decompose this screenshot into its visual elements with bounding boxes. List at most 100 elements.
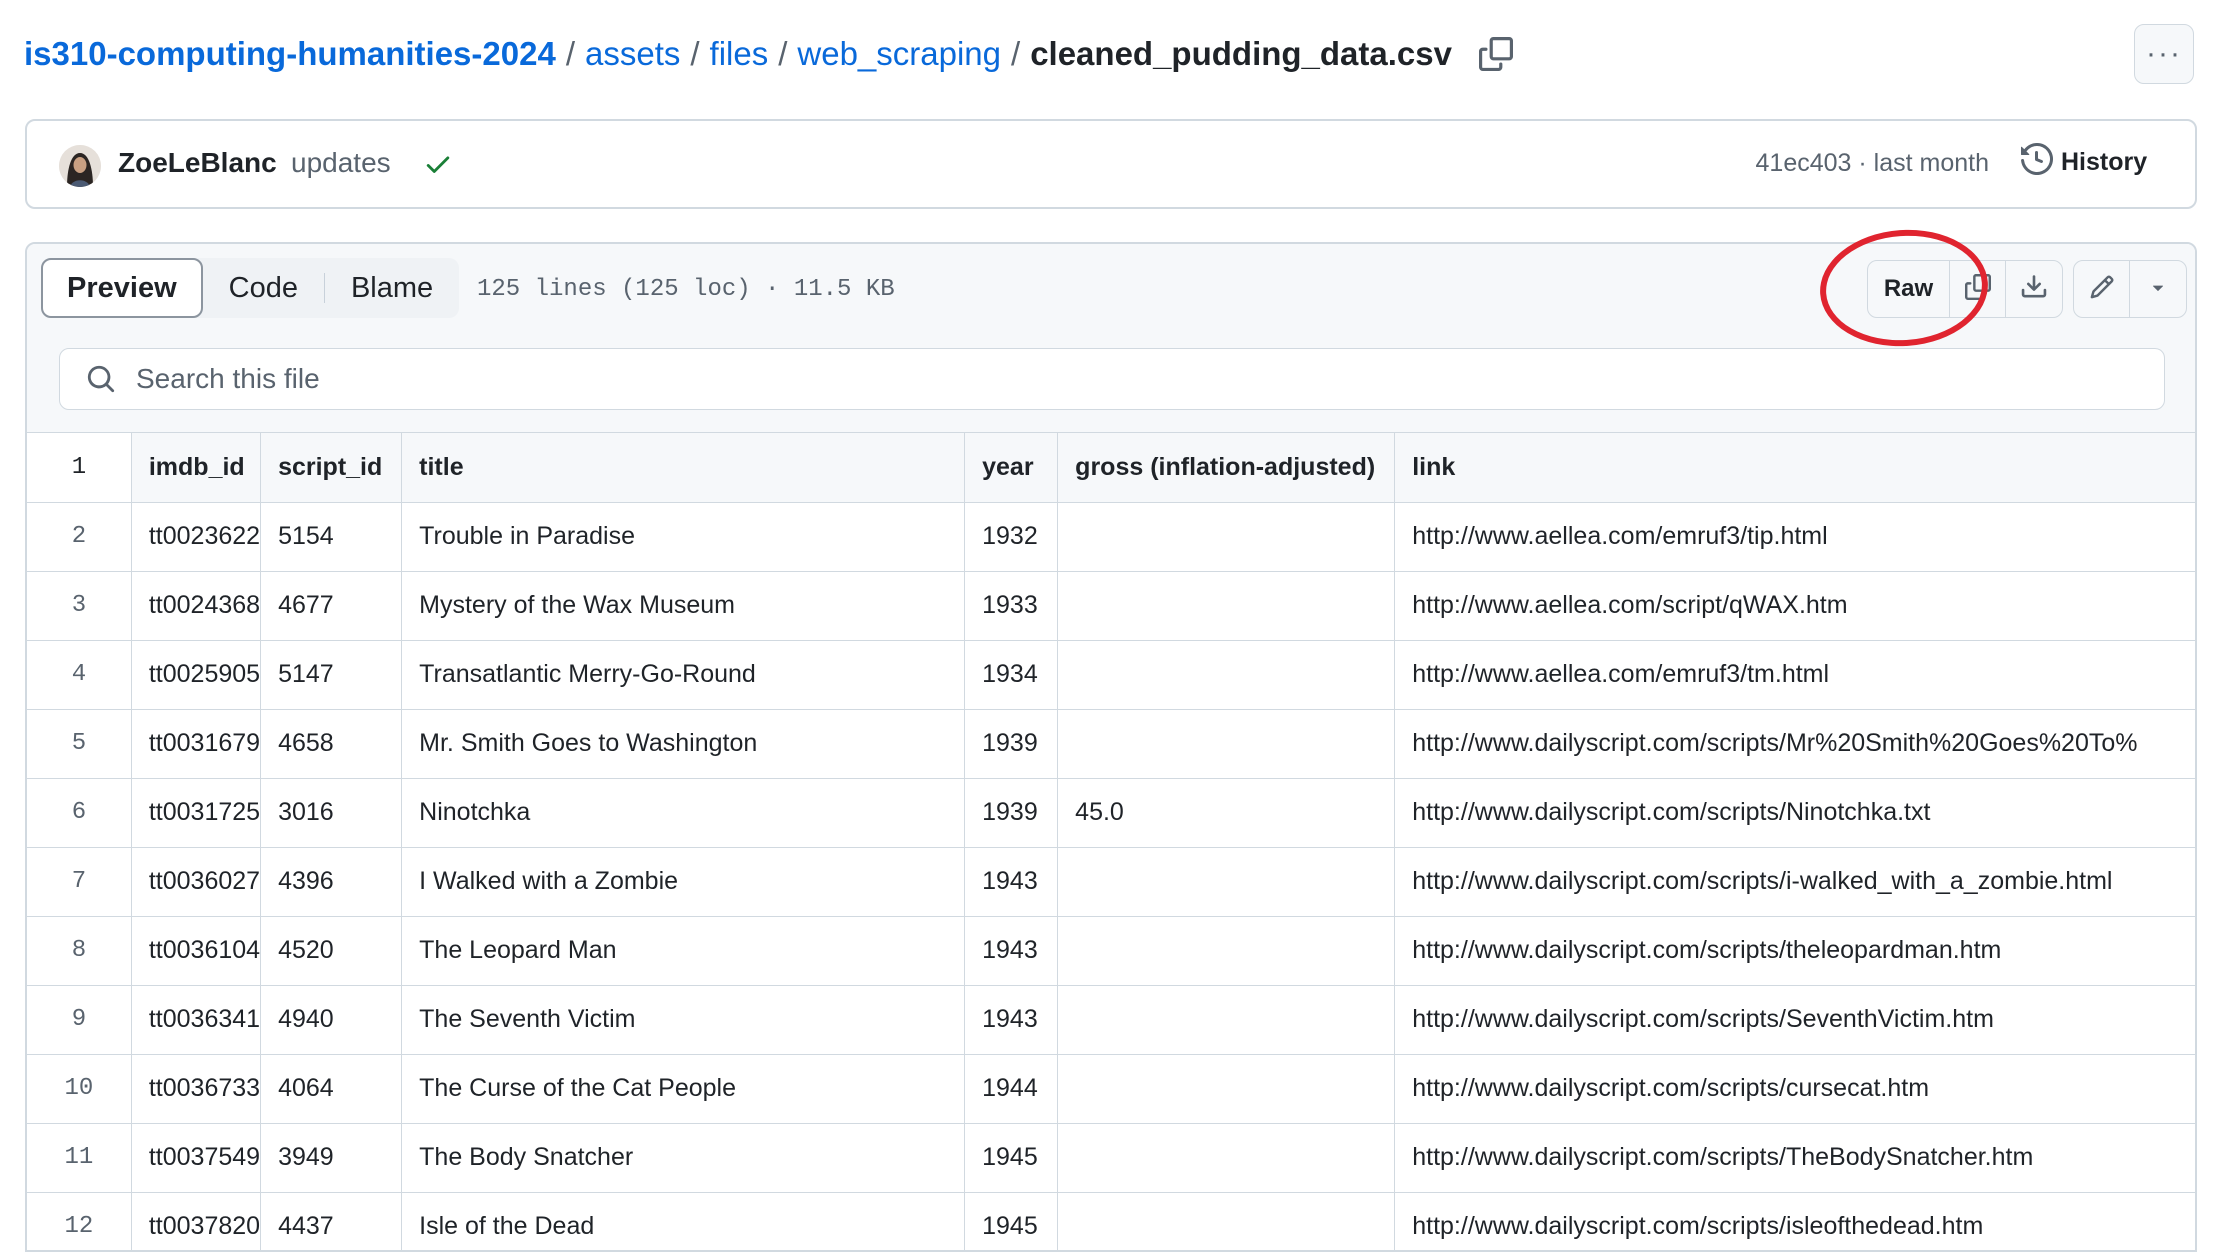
table-cell: 4677 bbox=[260, 571, 403, 641]
column-header: year bbox=[964, 433, 1059, 503]
file-header: Preview Code Blame 125 lines (125 loc) ·… bbox=[27, 244, 2195, 335]
table-cell: http://www.dailyscript.com/scripts/curse… bbox=[1394, 1054, 2195, 1124]
history-icon bbox=[2021, 142, 2054, 182]
table-row: 9 tt0036341 4940 The Seventh Victim 1943 http… bbox=[27, 985, 2195, 1055]
breadcrumb-separator: / bbox=[690, 35, 700, 72]
table-cell: 4064 bbox=[260, 1054, 403, 1124]
edit-dropdown-button[interactable] bbox=[2130, 261, 2186, 317]
table-cell: 1933 bbox=[964, 571, 1059, 641]
table-cell: Isle of the Dead bbox=[401, 1192, 966, 1250]
table-cell: 4437 bbox=[260, 1192, 403, 1250]
column-header: script_id bbox=[260, 433, 403, 503]
line-number[interactable]: 11 bbox=[27, 1123, 132, 1193]
tab-blame[interactable]: Blame bbox=[325, 258, 459, 318]
table-cell: 5147 bbox=[260, 640, 403, 710]
table-cell: http://www.dailyscript.com/scripts/TheBo… bbox=[1394, 1123, 2195, 1193]
line-number[interactable]: 12 bbox=[27, 1192, 132, 1250]
table-cell: Mr. Smith Goes to Washington bbox=[401, 709, 966, 779]
table-cell: 4940 bbox=[260, 985, 403, 1055]
commit-message-link[interactable]: updates bbox=[291, 147, 391, 179]
breadcrumb-repo-link[interactable]: is310-computing-humanities-2024 bbox=[24, 35, 556, 73]
history-button[interactable]: History bbox=[2021, 142, 2148, 182]
table-row: 6 tt0031725 3016 Ninotchka 1939 45.0 http://ww… bbox=[27, 778, 2195, 848]
table-cell: http://www.aellea.com/emruf3/tip.html bbox=[1394, 502, 2195, 572]
line-number[interactable]: 9 bbox=[27, 985, 132, 1055]
table-cell bbox=[1057, 985, 1396, 1055]
edit-file-button[interactable] bbox=[2074, 261, 2130, 317]
table-cell: http://www.dailyscript.com/scripts/Ninot… bbox=[1394, 778, 2195, 848]
line-number[interactable]: 3 bbox=[27, 571, 132, 641]
table-row: 10 tt0036733 4064 The Curse of the Cat Peop… bbox=[27, 1054, 2195, 1124]
table-cell: The Curse of the Cat People bbox=[401, 1054, 966, 1124]
file-info: 125 lines (125 loc) · 11.5 KB bbox=[477, 276, 895, 303]
more-options-button[interactable]: ··· bbox=[2134, 24, 2194, 84]
search-input[interactable] bbox=[134, 362, 2038, 396]
table-cell: tt0037820 bbox=[131, 1192, 262, 1250]
table-cell: 45.0 bbox=[1057, 778, 1396, 848]
download-raw-button[interactable] bbox=[2006, 261, 2062, 317]
table-cell: http://www.dailyscript.com/scripts/Seven… bbox=[1394, 985, 2195, 1055]
check-icon[interactable] bbox=[423, 149, 453, 184]
breadcrumb-files-link[interactable]: files bbox=[710, 35, 769, 73]
copy-raw-button[interactable] bbox=[1950, 261, 2006, 317]
table-cell: 4658 bbox=[260, 709, 403, 779]
commit-author-link[interactable]: ZoeLeBlanc bbox=[118, 147, 277, 179]
triangle-down-icon bbox=[2147, 276, 2169, 303]
tab-code[interactable]: Code bbox=[203, 258, 324, 318]
line-number[interactable]: 4 bbox=[27, 640, 132, 710]
line-number[interactable]: 1 bbox=[27, 433, 132, 503]
line-number[interactable]: 10 bbox=[27, 1054, 132, 1124]
column-header: gross (inflation-adjusted) bbox=[1057, 433, 1396, 503]
table-cell: 1932 bbox=[964, 502, 1059, 572]
pencil-icon bbox=[2089, 274, 2115, 305]
table-cell: 1943 bbox=[964, 847, 1059, 917]
tab-preview[interactable]: Preview bbox=[41, 258, 203, 318]
table-cell bbox=[1057, 1054, 1396, 1124]
table-row: 4 tt0025905 5147 Transatlantic Merry-Go-Rou… bbox=[27, 640, 2195, 710]
breadcrumb-web-scraping-link[interactable]: web_scraping bbox=[797, 35, 1001, 73]
copy-icon bbox=[1964, 273, 1991, 305]
table-row: 11 tt0037549 3949 The Body Snatcher 1945 http… bbox=[27, 1123, 2195, 1193]
breadcrumb-assets-link[interactable]: assets bbox=[585, 35, 680, 73]
table-cell: tt0031725 bbox=[131, 778, 262, 848]
table-cell bbox=[1057, 571, 1396, 641]
avatar[interactable] bbox=[59, 145, 101, 187]
breadcrumb-file-name: cleaned_pudding_data.csv bbox=[1030, 35, 1452, 72]
table-cell: tt0031679 bbox=[131, 709, 262, 779]
line-number[interactable]: 5 bbox=[27, 709, 132, 779]
table-cell: http://www.dailyscript.com/scripts/i-wal… bbox=[1394, 847, 2195, 917]
table-cell: Ninotchka bbox=[401, 778, 966, 848]
table-cell bbox=[1057, 847, 1396, 917]
table-cell bbox=[1057, 916, 1396, 986]
copy-path-icon[interactable] bbox=[1478, 36, 1514, 72]
search-icon bbox=[86, 364, 116, 394]
edit-actions-group bbox=[2073, 260, 2187, 318]
table-cell: 4520 bbox=[260, 916, 403, 986]
table-cell bbox=[1057, 1192, 1396, 1250]
line-number[interactable]: 7 bbox=[27, 847, 132, 917]
table-cell: 1944 bbox=[964, 1054, 1059, 1124]
table-cell: Mystery of the Wax Museum bbox=[401, 571, 966, 641]
table-cell bbox=[1057, 502, 1396, 572]
breadcrumb-separator: / bbox=[778, 35, 788, 72]
table-row: 3 tt0024368 4677 Mystery of the Wax Museum 1… bbox=[27, 571, 2195, 641]
line-number[interactable]: 6 bbox=[27, 778, 132, 848]
download-icon bbox=[2020, 273, 2048, 306]
table-cell bbox=[1057, 640, 1396, 710]
breadcrumb: is310-computing-humanities-2024 / assets… bbox=[24, 30, 1514, 78]
kebab-icon: ··· bbox=[2146, 37, 2182, 70]
table-cell: The Leopard Man bbox=[401, 916, 966, 986]
raw-button[interactable]: Raw bbox=[1868, 261, 1950, 317]
table-cell: The Body Snatcher bbox=[401, 1123, 966, 1193]
line-number[interactable]: 8 bbox=[27, 916, 132, 986]
table-row: 12 tt0037820 4437 Isle of the Dead 1945 http:… bbox=[27, 1192, 2195, 1250]
csv-table: 1 imdb_id script_id title year gross (in… bbox=[27, 433, 2195, 1250]
view-mode-tabs: Preview Code Blame bbox=[41, 258, 460, 318]
table-cell: 1934 bbox=[964, 640, 1059, 710]
column-header: link bbox=[1394, 433, 2195, 503]
raw-actions-group: Raw bbox=[1867, 260, 2063, 318]
history-label: History bbox=[2061, 148, 2148, 176]
line-number[interactable]: 2 bbox=[27, 502, 132, 572]
commit-sha-and-date[interactable]: 41ec403 · last month bbox=[1756, 149, 1989, 178]
table-cell: http://www.aellea.com/script/qWAX.htm bbox=[1394, 571, 2195, 641]
